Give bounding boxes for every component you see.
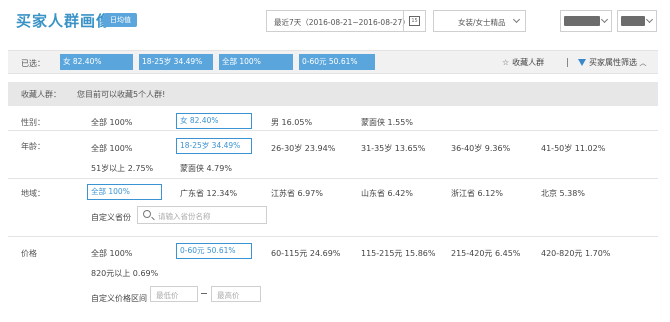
gender-option-unknown[interactable]: 蒙面侠 1.55% xyxy=(361,117,413,128)
min-price-input[interactable]: 最低价 xyxy=(150,286,198,302)
price-option-60-115[interactable]: 60-115元 24.69% xyxy=(271,248,340,259)
divider xyxy=(8,178,658,179)
redacted-value xyxy=(621,16,645,26)
region-option-all[interactable]: 全部 100% xyxy=(87,184,162,200)
chevron-down-icon xyxy=(600,15,609,24)
redacted-value xyxy=(564,16,600,26)
selected-tag-gender[interactable]: 女 82.40% xyxy=(60,54,133,70)
gender-label: 性别： xyxy=(21,118,45,127)
divider xyxy=(8,130,658,131)
favorite-crowd-row-label: 收藏人群： xyxy=(21,90,61,99)
chevron-down-icon xyxy=(645,15,654,24)
gender-option-female[interactable]: 女 82.40% xyxy=(176,113,252,129)
star-icon: ☆ xyxy=(502,58,510,67)
selected-filters-bar: 已选： 女 82.40% 18-25岁 34.49% 全部 100% 0-60元… xyxy=(8,50,658,74)
calendar-icon: 15 xyxy=(409,16,420,26)
range-dash xyxy=(201,293,207,294)
favorite-crowd-label: 收藏人群 xyxy=(512,58,545,67)
min-price-placeholder: 最低价 xyxy=(156,291,179,300)
age-option-unknown[interactable]: 蒙面侠 4.79% xyxy=(180,163,232,174)
date-range-text: 最近7天（2016-08-21~2016-08-27） xyxy=(274,18,410,27)
divider xyxy=(567,58,568,67)
calendar-button[interactable]: 15 xyxy=(403,11,425,31)
gender-option-male[interactable]: 男 16.05% xyxy=(271,117,312,128)
age-label: 年龄： xyxy=(21,142,45,151)
custom-province-label: 自定义省份 xyxy=(91,213,131,222)
price-option-115-215[interactable]: 115-215元 15.86% xyxy=(361,248,435,259)
selected-tag-region[interactable]: 全部 100% xyxy=(219,54,293,70)
chevron-up-icon: ︿ xyxy=(639,59,647,67)
date-range-picker[interactable]: 最近7天（2016-08-21~2016-08-27） 15 xyxy=(266,10,426,32)
buyer-attribute-filter-label: 买家属性筛选 xyxy=(589,58,637,67)
terminal-select[interactable] xyxy=(617,10,657,32)
region-option-shandong[interactable]: 山东省 6.42% xyxy=(361,188,413,199)
buyer-attribute-filter-link[interactable]: 买家属性筛选 ︿ xyxy=(578,57,647,68)
region-option-beijing[interactable]: 北京 5.38% xyxy=(541,188,585,199)
favorite-crowd-message: 您目前可以收藏5个人群! xyxy=(77,90,166,99)
age-option-36-40[interactable]: 36-40岁 9.36% xyxy=(451,143,510,154)
daily-average-badge: 日均值 xyxy=(100,13,137,27)
region-option-jiangsu[interactable]: 江苏省 6.97% xyxy=(271,188,323,199)
price-option-420-820[interactable]: 420-820元 1.70% xyxy=(541,248,610,259)
filter-icon xyxy=(578,59,586,66)
divider xyxy=(8,236,658,237)
price-option-0-60[interactable]: 0-60元 50.61% xyxy=(176,243,252,259)
province-search-input[interactable]: 请输入省份名称 xyxy=(137,206,267,224)
region-option-guangdong[interactable]: 广东省 12.34% xyxy=(180,188,237,199)
age-option-26-30[interactable]: 26-30岁 23.94% xyxy=(271,143,335,154)
age-option-18-25[interactable]: 18-25岁 34.49% xyxy=(176,138,252,154)
category-select[interactable]: 女装/女士精品 xyxy=(433,10,526,32)
price-option-all[interactable]: 全部 100% xyxy=(91,248,132,259)
age-option-41-50[interactable]: 41-50岁 11.02% xyxy=(541,143,605,154)
region-label: 地域： xyxy=(21,189,45,198)
search-icon xyxy=(143,210,151,218)
custom-price-label: 自定义价格区间 xyxy=(91,294,147,303)
region-option-zhejiang[interactable]: 浙江省 6.12% xyxy=(451,188,503,199)
age-option-51-plus[interactable]: 51岁以上 2.75% xyxy=(91,163,153,174)
favorite-crowd-link[interactable]: ☆ 收藏人群 xyxy=(502,57,544,68)
selected-tag-age[interactable]: 18-25岁 34.49% xyxy=(139,54,213,70)
province-search-placeholder: 请输入省份名称 xyxy=(158,212,211,221)
max-price-placeholder: 最高价 xyxy=(217,291,240,300)
page-title: 买家人群画像 xyxy=(16,12,113,30)
shop-select[interactable] xyxy=(560,10,612,32)
age-option-31-35[interactable]: 31-35岁 13.65% xyxy=(361,143,425,154)
category-value: 女装/女士精品 xyxy=(458,18,506,27)
price-label: 价格 xyxy=(21,249,37,258)
chevron-down-icon xyxy=(512,15,521,24)
selected-label: 已选： xyxy=(21,59,45,68)
selected-tag-price[interactable]: 0-60元 50.61% xyxy=(299,54,375,70)
price-option-215-420[interactable]: 215-420元 6.45% xyxy=(451,248,520,259)
price-option-820-plus[interactable]: 820元以上 0.69% xyxy=(91,268,158,279)
age-option-all[interactable]: 全部 100% xyxy=(91,143,132,154)
header: 买家人群画像 日均值 最近7天（2016-08-21~2016-08-27） 1… xyxy=(0,0,670,42)
favorite-crowd-row: 收藏人群： 您目前可以收藏5个人群! xyxy=(8,82,658,106)
gender-option-all[interactable]: 全部 100% xyxy=(91,117,132,128)
max-price-input[interactable]: 最高价 xyxy=(211,286,261,302)
